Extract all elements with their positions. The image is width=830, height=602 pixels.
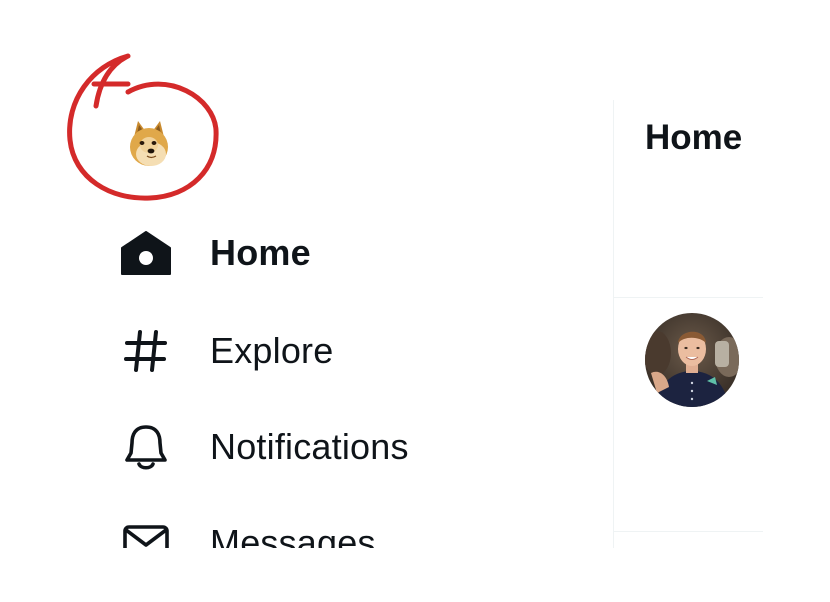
bell-icon: [118, 419, 174, 475]
sidebar-item-home[interactable]: Home: [118, 222, 311, 284]
avatar[interactable]: [645, 313, 739, 407]
home-icon: [118, 225, 174, 281]
sidebar-item-messages[interactable]: Messages: [118, 512, 376, 548]
hashtag-icon: [118, 323, 174, 379]
app-viewport: Home Explore Notifications Messages Home: [0, 0, 830, 548]
column-divider: [613, 100, 614, 548]
envelope-icon: [118, 515, 174, 548]
screen: Home Explore Notifications Messages Home: [0, 0, 830, 602]
doge-logo-icon[interactable]: [118, 112, 180, 174]
sidebar-item-explore[interactable]: Explore: [118, 320, 333, 382]
sidebar-item-label: Notifications: [210, 426, 409, 467]
page-title: Home: [645, 118, 743, 157]
sidebar-item-notifications[interactable]: Notifications: [118, 416, 409, 478]
tweet-divider: [613, 531, 763, 532]
sidebar-item-label: Messages: [210, 522, 376, 548]
sidebar-item-label: Home: [210, 232, 311, 273]
sidebar-item-label: Explore: [210, 330, 334, 371]
header-divider: [613, 297, 763, 298]
